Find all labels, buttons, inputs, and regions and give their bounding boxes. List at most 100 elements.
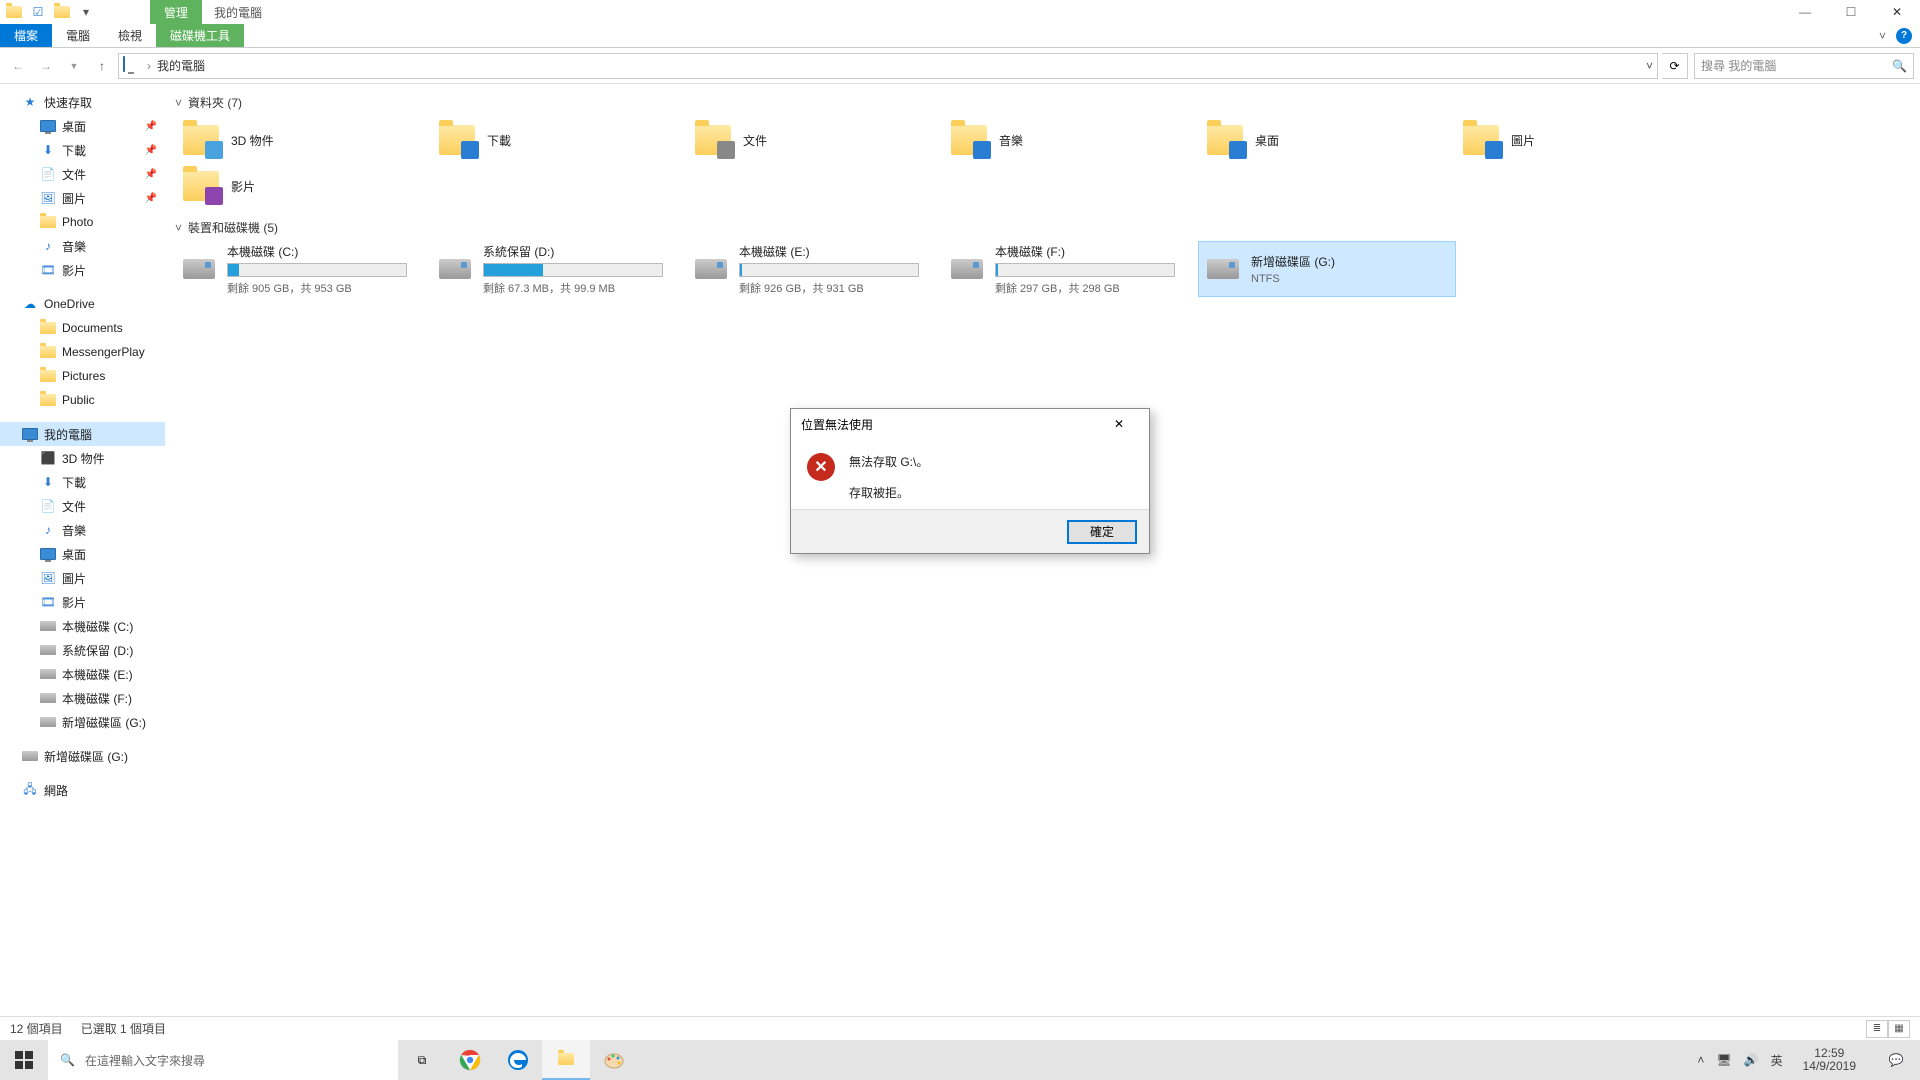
ribbon-collapse-icon[interactable]: ˅ xyxy=(1879,29,1886,43)
tray-network-icon[interactable]: 🖥 xyxy=(1716,1053,1731,1067)
tree-network[interactable]: 🖧網路 xyxy=(0,778,165,802)
view-details-button[interactable]: ≣ xyxy=(1866,1020,1888,1038)
quick-access-toolbar: ☑ ▾ xyxy=(0,0,100,24)
dialog-title: 位置無法使用 xyxy=(801,416,873,433)
tree-quick-access[interactable]: ★快速存取 xyxy=(0,90,165,114)
taskbar-app-edge[interactable] xyxy=(494,1040,542,1080)
tree-item[interactable]: ⬛3D 物件 xyxy=(0,446,165,470)
dialog-close-button[interactable]: ✕ xyxy=(1099,410,1139,438)
tree-item[interactable]: 本機磁碟 (F:) xyxy=(0,686,165,710)
tray-ime[interactable]: 英 xyxy=(1771,1052,1783,1069)
tree-item[interactable]: 系統保留 (D:) xyxy=(0,638,165,662)
start-button[interactable] xyxy=(0,1040,48,1080)
item-icon xyxy=(40,714,56,730)
tree-item[interactable]: 🖼圖片 xyxy=(0,566,165,590)
tree-item[interactable]: Pictures xyxy=(0,364,165,388)
ribbon-tab-view[interactable]: 檢視 xyxy=(104,24,156,47)
tree-item[interactable]: ⬇下載 xyxy=(0,470,165,494)
tree-item[interactable]: 📄文件📌 xyxy=(0,162,165,186)
tree-item[interactable]: Documents xyxy=(0,316,165,340)
maximize-button[interactable]: ☐ xyxy=(1828,0,1874,24)
tree-item[interactable]: 桌面 xyxy=(0,542,165,566)
drive-item[interactable]: 本機磁碟 (C:)剩餘 905 GB，共 953 GB xyxy=(175,242,431,296)
tree-item[interactable]: ♪音樂 xyxy=(0,518,165,542)
drive-item[interactable]: 本機磁碟 (F:)剩餘 297 GB，共 298 GB xyxy=(943,242,1199,296)
cloud-icon: ☁ xyxy=(22,296,38,312)
folder-item[interactable]: 音樂 xyxy=(943,117,1199,163)
taskbar-app-explorer[interactable] xyxy=(542,1040,590,1080)
tray-volume-icon[interactable]: 🔊 xyxy=(1744,1053,1759,1067)
error-dialog: 位置無法使用 ✕ ✕ 無法存取 G:\。 存取被拒。 確定 xyxy=(790,408,1150,554)
properties-icon[interactable]: ☑ xyxy=(30,4,46,20)
pin-icon: 📌 xyxy=(145,145,157,156)
taskbar-app-paint[interactable] xyxy=(590,1040,638,1080)
address-dropdown-icon[interactable]: ˅ xyxy=(1646,59,1653,73)
folder-item[interactable]: 圖片 xyxy=(1455,117,1711,163)
help-icon[interactable]: ? xyxy=(1896,28,1912,44)
nav-tree[interactable]: ★快速存取 桌面📌⬇下載📌📄文件📌🖼圖片📌Photo♪音樂🎞影片 ☁OneDri… xyxy=(0,84,165,1016)
taskbar-app-chrome[interactable] xyxy=(446,1040,494,1080)
tree-item[interactable]: 本機磁碟 (C:) xyxy=(0,614,165,638)
view-large-button[interactable]: ▦ xyxy=(1888,1020,1910,1038)
taskbar-search[interactable]: 🔍 在這裡輸入文字來搜尋 xyxy=(48,1040,398,1080)
folder-item[interactable]: 影片 xyxy=(175,163,431,209)
dialog-ok-button[interactable]: 確定 xyxy=(1067,520,1137,544)
close-button[interactable]: ✕ xyxy=(1874,0,1920,24)
tree-item[interactable]: MessengerPlay xyxy=(0,340,165,364)
dialog-message-1: 無法存取 G:\。 xyxy=(849,453,928,470)
tree-item[interactable]: 本機磁碟 (E:) xyxy=(0,662,165,686)
drive-item[interactable]: 系統保留 (D:)剩餘 67.3 MB，共 99.9 MB xyxy=(431,242,687,296)
tree-drive-extra[interactable]: 新增磁碟區 (G:) xyxy=(0,744,165,768)
thispc-icon xyxy=(123,57,141,75)
new-folder-icon[interactable] xyxy=(54,4,70,20)
tree-item[interactable]: 🎞影片 xyxy=(0,258,165,282)
item-icon: 🖼 xyxy=(40,570,56,586)
tree-thispc[interactable]: 我的電腦 xyxy=(0,422,165,446)
item-icon: ♪ xyxy=(40,522,56,538)
address-bar[interactable]: › 我的電腦 ˅ xyxy=(118,53,1658,79)
tree-item[interactable]: ♪音樂 xyxy=(0,234,165,258)
task-view-button[interactable]: ⧉ xyxy=(398,1040,446,1080)
minimize-button[interactable]: — xyxy=(1782,0,1828,24)
nav-up-button[interactable]: ↑ xyxy=(90,54,114,78)
system-tray: ˄ 🖥 🔊 英 12:59 14/9/2019 💬 xyxy=(1693,1040,1920,1080)
item-icon xyxy=(40,666,56,682)
refresh-button[interactable]: ⟳ xyxy=(1662,53,1688,79)
folder-item[interactable]: 桌面 xyxy=(1199,117,1455,163)
ribbon-tab-file[interactable]: 檔案 xyxy=(0,24,52,47)
drive-item[interactable]: 本機磁碟 (E:)剩餘 926 GB，共 931 GB xyxy=(687,242,943,296)
folder-item[interactable]: 文件 xyxy=(687,117,943,163)
tree-item[interactable]: 📄文件 xyxy=(0,494,165,518)
folder-item[interactable]: 下載 xyxy=(431,117,687,163)
nav-recent-dropdown[interactable]: ▼ xyxy=(62,54,86,78)
folder-icon xyxy=(558,1053,574,1065)
tree-item[interactable]: Public xyxy=(0,388,165,412)
tree-item[interactable]: ⬇下載📌 xyxy=(0,138,165,162)
drive-item[interactable]: 新增磁碟區 (G:)NTFS xyxy=(1199,242,1455,296)
item-icon: ⬛ xyxy=(40,450,56,466)
group-header-folders[interactable]: ˅資料夾 (7) xyxy=(175,94,1910,111)
nav-back-button[interactable]: ← xyxy=(6,54,30,78)
group-header-drives[interactable]: ˅裝置和磁碟機 (5) xyxy=(175,219,1910,236)
search-box[interactable]: 搜尋 我的電腦 🔍 xyxy=(1694,53,1914,79)
tree-item[interactable]: 🎞影片 xyxy=(0,590,165,614)
ribbon-tab-computer[interactable]: 電腦 xyxy=(52,24,104,47)
ribbon-tab-drive-tools[interactable]: 磁碟機工具 xyxy=(156,24,244,47)
chrome-icon xyxy=(459,1049,481,1071)
tree-item[interactable]: 新增磁碟區 (G:) xyxy=(0,710,165,734)
qat-dropdown-icon[interactable]: ▾ xyxy=(78,4,94,20)
tree-item[interactable]: 桌面📌 xyxy=(0,114,165,138)
tree-onedrive[interactable]: ☁OneDrive xyxy=(0,292,165,316)
action-center-button[interactable]: 💬 xyxy=(1876,1040,1916,1080)
titlebar: ☑ ▾ 管理 我的電腦 — ☐ ✕ xyxy=(0,0,1920,24)
tray-clock[interactable]: 12:59 14/9/2019 xyxy=(1795,1047,1864,1073)
tree-item[interactable]: 🖼圖片📌 xyxy=(0,186,165,210)
folder-item[interactable]: 3D 物件 xyxy=(175,117,431,163)
context-tab-manage[interactable]: 管理 xyxy=(150,0,202,24)
breadcrumb[interactable]: 我的電腦 xyxy=(157,57,205,74)
tray-overflow-icon[interactable]: ˄ xyxy=(1697,1053,1704,1067)
status-bar: 12 個項目 已選取 1 個項目 ≣ ▦ xyxy=(0,1016,1920,1040)
item-icon xyxy=(40,642,56,658)
tree-item[interactable]: Photo xyxy=(0,210,165,234)
search-placeholder: 搜尋 我的電腦 xyxy=(1701,57,1776,74)
